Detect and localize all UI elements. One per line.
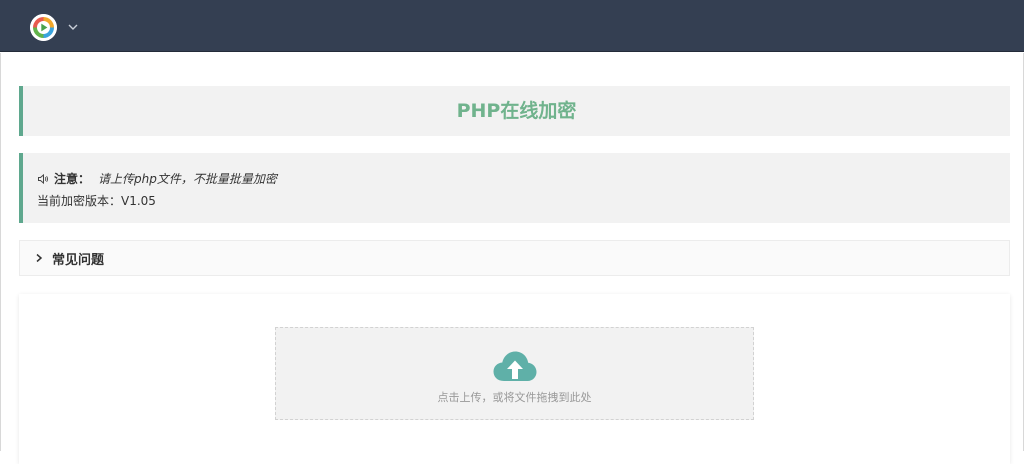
upload-hint: 点击上传，或将文件拖拽到此处	[437, 391, 592, 404]
notice-panel: 注意： 请上传php文件，不批量批量加密 当前加密版本：V1.05	[19, 153, 1010, 223]
notice-line: 注意： 请上传php文件，不批量批量加密	[37, 168, 996, 190]
chevron-down-icon[interactable]	[66, 20, 80, 34]
main-content: PHP在线加密 注意： 请上传php文件，不批量批量加密 当前加密版本：V1.0…	[0, 53, 1024, 464]
upload-dropzone[interactable]: 点击上传，或将文件拖拽到此处	[275, 327, 754, 420]
notice-label: 注意：	[54, 172, 91, 186]
faq-label: 常见问题	[52, 252, 105, 268]
page-title: PHP在线加密	[456, 100, 577, 122]
top-bar	[0, 0, 1024, 52]
chevron-right-icon	[36, 253, 43, 263]
version-line: 当前加密版本：V1.05	[37, 194, 156, 208]
cloud-upload-icon	[493, 351, 537, 381]
notice-text: 请上传php文件，不批量批量加密	[98, 172, 277, 186]
speaker-icon	[38, 173, 48, 185]
upload-card: 点击上传，或将文件拖拽到此处	[19, 294, 1010, 464]
title-panel: PHP在线加密	[19, 86, 1010, 136]
faq-toggle[interactable]: 常见问题	[19, 240, 1010, 276]
play-logo-icon[interactable]	[30, 14, 57, 41]
